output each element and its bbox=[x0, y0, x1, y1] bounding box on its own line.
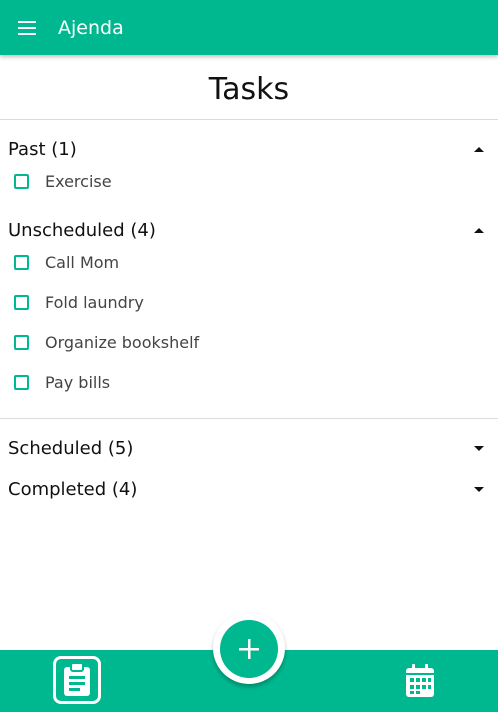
task-item[interactable]: Exercise bbox=[14, 168, 484, 194]
plus-icon bbox=[239, 639, 259, 659]
section-title-scheduled: Scheduled (5) bbox=[8, 437, 134, 459]
app-root: Ajenda Tasks Past (1) Exercise Unschedul… bbox=[0, 0, 498, 712]
task-checkbox[interactable] bbox=[14, 374, 29, 390]
page-title: Tasks bbox=[208, 72, 290, 107]
task-label: Fold laundry bbox=[45, 292, 144, 312]
section-title-past: Past (1) bbox=[8, 138, 77, 160]
task-label: Exercise bbox=[45, 171, 112, 191]
task-label: Pay bills bbox=[45, 372, 111, 392]
caret-down-icon bbox=[474, 446, 484, 451]
caret-up-icon bbox=[474, 228, 484, 233]
nav-tasks-button[interactable] bbox=[53, 656, 101, 704]
caret-up-icon bbox=[474, 147, 484, 152]
task-checkbox[interactable] bbox=[14, 254, 29, 270]
task-checkbox[interactable] bbox=[14, 334, 29, 350]
section-header-scheduled[interactable]: Scheduled (5) bbox=[8, 434, 490, 462]
add-task-button[interactable] bbox=[220, 620, 278, 678]
section-divider bbox=[0, 418, 498, 419]
task-label: Organize bookshelf bbox=[45, 332, 200, 352]
section-title-unscheduled: Unscheduled (4) bbox=[8, 219, 156, 241]
clipboard-icon bbox=[64, 662, 90, 696]
task-checkbox[interactable] bbox=[14, 173, 29, 189]
top-app-bar: Ajenda bbox=[0, 0, 498, 55]
task-item[interactable]: Pay bills bbox=[14, 369, 484, 395]
calendar-icon bbox=[406, 664, 434, 697]
task-checkbox[interactable] bbox=[14, 294, 29, 310]
caret-down-icon bbox=[474, 487, 484, 492]
menu-button[interactable] bbox=[0, 0, 54, 55]
app-title: Ajenda bbox=[58, 16, 124, 39]
section-title-completed: Completed (4) bbox=[8, 478, 138, 500]
section-header-completed[interactable]: Completed (4) bbox=[8, 475, 490, 503]
section-header-unscheduled[interactable]: Unscheduled (4) bbox=[8, 216, 490, 244]
task-item[interactable]: Fold laundry bbox=[14, 289, 484, 315]
task-item[interactable]: Organize bookshelf bbox=[14, 329, 484, 355]
task-item[interactable]: Call Mom bbox=[14, 249, 484, 275]
section-header-past[interactable]: Past (1) bbox=[8, 135, 490, 163]
task-label: Call Mom bbox=[45, 252, 120, 272]
nav-calendar-button[interactable] bbox=[402, 662, 438, 700]
menu-icon bbox=[18, 20, 36, 35]
title-divider bbox=[0, 119, 498, 120]
